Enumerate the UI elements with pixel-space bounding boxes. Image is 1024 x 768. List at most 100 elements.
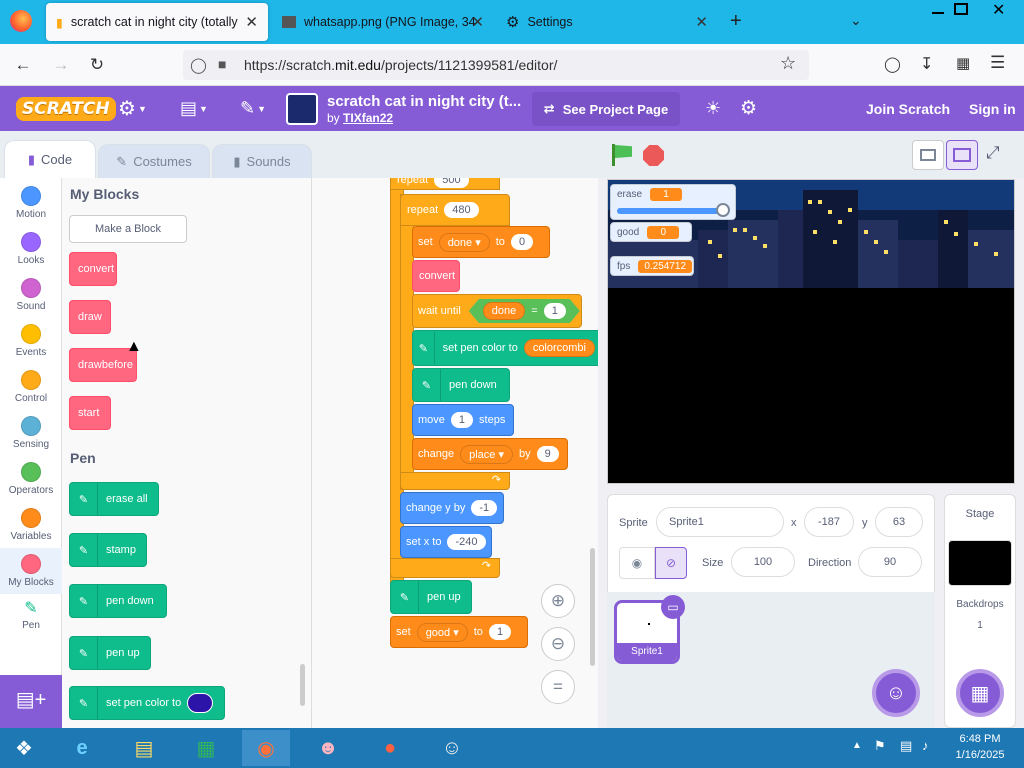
- firefox-icon[interactable]: [10, 10, 32, 32]
- stage-canvas[interactable]: erase 1 good 0 fps 0.254712: [607, 179, 1015, 484]
- menu-icon[interactable]: ☰: [990, 53, 1005, 73]
- place-variable-dropdown[interactable]: place ▾: [460, 444, 513, 464]
- settings-menu-icon[interactable]: ⚙ ▼: [118, 86, 147, 131]
- tab-scratch[interactable]: ▮ scratch cat in night city (totally ✕: [46, 3, 268, 41]
- block-pen-up[interactable]: ✎ pen up: [69, 636, 151, 670]
- forward-icon[interactable]: →: [48, 52, 74, 78]
- restore-icon[interactable]: [954, 3, 968, 15]
- done-reporter[interactable]: done: [483, 302, 525, 320]
- erase-monitor[interactable]: erase 1: [610, 184, 736, 220]
- good-monitor[interactable]: good 0: [610, 222, 692, 242]
- category-variables[interactable]: Variables: [0, 502, 62, 548]
- back-icon[interactable]: ←: [10, 52, 36, 78]
- theme-icon[interactable]: ☀: [705, 98, 721, 119]
- x-input[interactable]: -187: [804, 507, 854, 537]
- category-sensing[interactable]: Sensing: [0, 410, 62, 456]
- start-button[interactable]: ❖: [0, 730, 48, 766]
- tray-flag-icon[interactable]: ⚑: [874, 738, 886, 754]
- block-convert[interactable]: convert: [69, 252, 117, 286]
- green-flag-icon[interactable]: [610, 144, 634, 166]
- small-stage-button[interactable]: [912, 140, 944, 170]
- store-icon[interactable]: ▦: [182, 730, 230, 766]
- fps-monitor[interactable]: fps 0.254712: [610, 256, 694, 276]
- repeat-block[interactable]: repeat 480: [400, 194, 510, 226]
- edit-menu-icon[interactable]: ✎ ▼: [240, 86, 266, 131]
- change-place-block[interactable]: change place ▾ by 9: [412, 438, 568, 470]
- category-operators[interactable]: Operators: [0, 456, 62, 502]
- good-variable-dropdown[interactable]: good ▾: [416, 622, 468, 642]
- category-pen[interactable]: ✎ Pen: [0, 594, 62, 640]
- tab-sounds[interactable]: ▮ Sounds: [212, 144, 312, 178]
- join-scratch-link[interactable]: Join Scratch: [866, 86, 950, 131]
- color-swatch[interactable]: [187, 693, 214, 713]
- move-steps-block[interactable]: move 1 steps: [412, 404, 514, 436]
- firefox-taskbar-icon[interactable]: ◉: [242, 730, 290, 766]
- minimize-icon[interactable]: [928, 2, 948, 16]
- tray-up-arrow-icon[interactable]: ▲: [852, 740, 862, 751]
- reload-icon[interactable]: ↻: [84, 52, 110, 78]
- block-stamp[interactable]: ✎ stamp: [69, 533, 147, 567]
- pen-down-block[interactable]: ✎ pen down: [412, 368, 510, 402]
- equals-operator[interactable]: done = 1: [469, 299, 580, 323]
- list-tabs-icon[interactable]: ⌄: [850, 12, 862, 29]
- close-window-icon[interactable]: ✕: [992, 0, 1005, 20]
- downloads-icon[interactable]: ↧: [920, 54, 933, 74]
- pen-up-block[interactable]: ✎ pen up: [390, 580, 472, 614]
- extensions-icon[interactable]: ▦: [956, 54, 970, 72]
- app-pig-icon[interactable]: ☻: [304, 730, 352, 766]
- delete-sprite-button[interactable]: ▭: [661, 595, 685, 619]
- ie-icon[interactable]: e: [58, 730, 106, 766]
- done-variable-dropdown[interactable]: done ▾: [438, 232, 490, 252]
- block-draw[interactable]: draw: [69, 300, 111, 334]
- hide-sprite-button[interactable]: ⊘: [655, 547, 687, 579]
- choose-sprite-button[interactable]: ☺: [872, 669, 920, 717]
- change-y-block[interactable]: change y by -1: [400, 492, 504, 524]
- url-text[interactable]: https://scratch.mit.edu/projects/1121399…: [244, 57, 557, 73]
- category-looks[interactable]: Looks: [0, 226, 62, 272]
- make-a-block-button[interactable]: Make a Block: [69, 215, 187, 243]
- pocket-icon[interactable]: ◯: [884, 55, 901, 73]
- close-tab-icon[interactable]: ✕: [695, 13, 708, 31]
- category-my-blocks[interactable]: My Blocks: [0, 548, 62, 594]
- zoom-out-button[interactable]: ⊖: [541, 627, 575, 661]
- fullscreen-button[interactable]: ⤢: [986, 143, 1000, 163]
- tab-settings[interactable]: ⚙ Settings ✕: [496, 3, 718, 41]
- shield-icon[interactable]: ◯: [190, 56, 207, 74]
- app-character-icon[interactable]: ☺: [428, 730, 476, 766]
- repeat-outer-footer[interactable]: ↷: [390, 558, 500, 578]
- colorcombi-reporter[interactable]: colorcombi: [523, 339, 595, 357]
- project-title[interactable]: scratch cat in night city (t...: [327, 93, 521, 110]
- set-good-block[interactable]: set good ▾ to 1: [390, 616, 528, 648]
- show-sprite-button[interactable]: ◉: [619, 547, 655, 579]
- y-input[interactable]: 63: [875, 507, 923, 537]
- new-tab-icon[interactable]: +: [730, 10, 742, 33]
- stop-icon[interactable]: [643, 145, 664, 166]
- tab-costumes[interactable]: ✎ Costumes: [98, 144, 210, 178]
- repeat-inner-footer[interactable]: ↷: [400, 472, 510, 490]
- direction-input[interactable]: 90: [858, 547, 922, 577]
- close-tab-icon[interactable]: ✕: [245, 13, 258, 31]
- category-events[interactable]: Events: [0, 318, 62, 364]
- set-done-block[interactable]: set done ▾ to 0: [412, 226, 550, 258]
- app-fish-icon[interactable]: ●: [366, 730, 414, 766]
- clock-date[interactable]: 1/16/2025: [950, 749, 1010, 761]
- set-pen-color-block[interactable]: ✎ set pen color to colorcombi: [412, 330, 598, 366]
- tab-code[interactable]: ▮ Code: [4, 140, 96, 178]
- erase-slider[interactable]: [617, 203, 731, 217]
- sign-in-link[interactable]: Sign in: [969, 86, 1016, 131]
- tray-volume-icon[interactable]: ♪: [922, 738, 929, 753]
- stage-thumbnail[interactable]: [948, 540, 1012, 586]
- palette-scrollbar[interactable]: [300, 664, 305, 706]
- sprite-name-input[interactable]: Sprite1: [656, 507, 784, 537]
- add-extension-button[interactable]: ▤+: [0, 675, 62, 728]
- script-scrollbar[interactable]: [590, 548, 595, 666]
- script-area[interactable]: repeat 500 repeat 480 set done ▾ to 0 conve…: [312, 178, 598, 728]
- zoom-in-button[interactable]: ⊕: [541, 584, 575, 618]
- close-tab-icon[interactable]: ✕: [471, 13, 484, 31]
- repeat-outer-block[interactable]: repeat 500: [390, 178, 500, 190]
- zoom-reset-button[interactable]: =: [541, 670, 575, 704]
- category-sound[interactable]: Sound: [0, 272, 62, 318]
- normal-stage-button[interactable]: [946, 140, 978, 170]
- block-pen-down[interactable]: ✎ pen down: [69, 584, 167, 618]
- lock-icon[interactable]: ■: [218, 56, 226, 72]
